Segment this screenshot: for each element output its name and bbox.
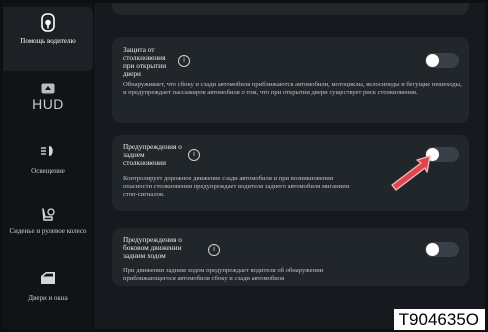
door-collision-toggle[interactable]	[425, 53, 459, 68]
sidebar-item-label: HUD	[32, 96, 64, 112]
sidebar-item-driver-assist[interactable]: Помощь водителю	[3, 7, 93, 71]
sidebar-item-hud[interactable]: HUD	[3, 83, 93, 125]
setting-card-rear-cross-traffic: Предупреждения о боковом движении задним…	[112, 228, 469, 286]
rear-cross-traffic-toggle[interactable]	[425, 242, 459, 257]
previous-card-edge	[112, 3, 469, 15]
headlight-icon	[41, 146, 53, 156]
sidebar-item-label: Сиденье и рулевое колесо	[9, 227, 87, 235]
sidebar-item-label: Двери и окна	[28, 294, 68, 302]
setting-title: Предупреждения о боковом движении задним…	[123, 235, 182, 260]
info-icon[interactable]: i	[188, 149, 200, 161]
setting-card-door-collision: Защита от столкновения при открытии двер…	[112, 37, 469, 123]
toggle-knob	[426, 243, 439, 256]
reference-code: T904635O	[393, 309, 485, 330]
sidebar-item-doors-windows[interactable]: Двери и окна	[3, 271, 93, 311]
door-icon	[41, 272, 55, 284]
toggle-knob	[426, 54, 439, 67]
info-icon[interactable]: i	[178, 55, 190, 67]
sidebar: Помощь водителю HUD Освещение Сиденье и …	[3, 3, 93, 329]
seat-icon	[42, 208, 55, 221]
sidebar-item-lighting[interactable]: Освещение	[3, 145, 93, 185]
sidebar-item-label: Помощь водителю	[20, 37, 76, 45]
setting-description: Обнаруживает, что сбоку и сзади автомоби…	[123, 81, 462, 97]
setting-title: Предупреждения о заднем столкновении	[123, 142, 182, 167]
setting-title: Защита от столкновения при открытии двер…	[123, 45, 167, 78]
info-icon[interactable]: i	[208, 244, 220, 256]
annotation-arrow	[391, 155, 431, 191]
sidebar-item-seat-wheel[interactable]: Сиденье и рулевое колесо	[3, 207, 93, 253]
setting-description: При движении задним ходом предупреждает …	[123, 267, 324, 283]
sidebar-item-label: Освещение	[31, 167, 65, 175]
steering-wheel-icon	[41, 13, 55, 32]
hud-icon	[41, 83, 55, 94]
setting-description: Контролирует дорожное движение сзади авт…	[123, 175, 350, 199]
settings-list: Защита от столкновения при открытии двер…	[94, 3, 485, 329]
settings-screen: Помощь водителю HUD Освещение Сиденье и …	[3, 3, 485, 329]
